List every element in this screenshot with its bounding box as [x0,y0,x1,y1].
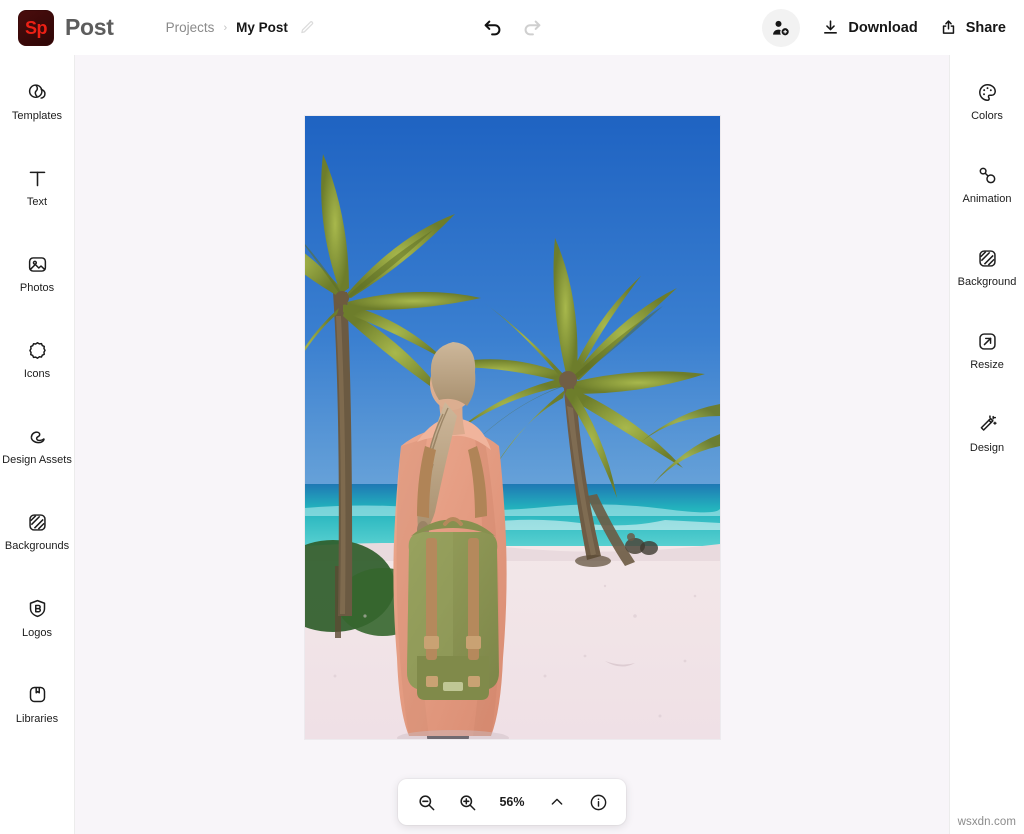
sidebar-item-photos[interactable]: Photos [0,244,75,303]
download-icon [824,20,838,34]
history-controls [480,0,545,55]
sidebar-item-label: Backgrounds [4,540,70,553]
backgrounds-icon [26,511,48,533]
breadcrumb-projects-link[interactable]: Projects [166,20,215,35]
panel-item-background[interactable]: Background [950,238,1024,297]
zoom-in-icon [459,794,475,810]
artboard[interactable] [304,116,720,739]
panel-item-label: Background [957,276,1017,289]
editor-body: Templates Text Photos Icons Design Asset… [0,55,1024,834]
left-sidebar: Templates Text Photos Icons Design Asset… [0,55,75,834]
share-icon [942,20,954,34]
panel-item-label: Design [969,442,1005,455]
background-icon [976,247,998,269]
download-label: Download [848,19,918,36]
artboard-wrapper[interactable] [304,116,720,739]
magic-wand-icon [976,413,998,435]
sidebar-item-label: Libraries [15,712,59,725]
right-sidebar: Colors Animation Background Resize Desig… [949,55,1024,834]
zoom-out-icon [418,794,434,810]
undo-button[interactable] [480,15,506,41]
sidebar-item-label: Icons [23,368,51,381]
sidebar-item-label: Templates [11,110,63,122]
canvas-artwork [304,116,720,739]
adobe-spark-logo-icon: Sp [18,9,54,46]
panel-item-design[interactable]: Design [950,404,1024,463]
panel-item-label: Colors [971,110,1003,122]
chevron-up-icon [551,798,563,805]
panel-item-animation[interactable]: Animation [950,155,1024,214]
app-title: Post [65,14,114,40]
icons-icon [26,339,48,361]
breadcrumb: Projects › My Post [166,20,315,35]
sidebar-item-icons[interactable]: Icons [0,330,75,389]
zoom-toolbar: 56% [398,779,626,825]
spark-post-editor: Sp Post Projects › My Post Download Shar… [0,0,1024,834]
sidebar-item-logos[interactable]: Logos [0,589,75,648]
libraries-icon [26,684,48,706]
sidebar-item-design-assets[interactable]: Design Assets [0,416,75,475]
header-actions: Download Share [762,8,1006,47]
sidebar-item-label: Design Assets [2,454,72,467]
brand[interactable]: Sp Post [18,9,114,46]
canvas-stage[interactable]: 56% [75,55,949,834]
sidebar-item-label: Photos [19,282,55,295]
redo-button[interactable] [519,15,545,41]
breadcrumb-separator: › [223,21,228,34]
zoom-out-button[interactable] [415,791,437,813]
sidebar-item-backgrounds[interactable]: Backgrounds [0,502,75,561]
download-button[interactable]: Download [822,19,918,36]
pencil-icon[interactable] [300,20,315,35]
info-button[interactable] [587,791,609,813]
share-label: Share [965,19,1006,36]
sidebar-item-label: Text [26,196,48,209]
watermark: wsxdn.com [957,816,1016,828]
sidebar-item-label: Logos [22,626,52,639]
templates-icon [26,81,48,103]
logos-icon [26,598,48,620]
panel-item-label: Animation [962,193,1012,206]
sidebar-item-libraries[interactable]: Libraries [0,675,75,734]
panel-item-resize[interactable]: Resize [950,321,1024,380]
animation-icon [976,164,998,186]
app-header: Sp Post Projects › My Post Download Shar… [0,0,1024,55]
info-icon [590,794,606,810]
resize-icon [976,330,998,352]
design-assets-icon [26,425,48,447]
panel-item-colors[interactable]: Colors [950,72,1024,131]
palette-icon [976,81,998,103]
share-button[interactable]: Share [940,19,1006,36]
logo-text: Sp [24,17,48,38]
sidebar-item-templates[interactable]: Templates [0,72,75,131]
photos-icon [26,253,48,275]
panel-item-label: Resize [970,359,1004,372]
sidebar-item-text[interactable]: Text [0,158,75,217]
breadcrumb-current-title[interactable]: My Post [236,20,288,35]
text-icon [26,167,48,189]
zoom-expand-button[interactable] [546,791,568,813]
zoom-level-value[interactable]: 56% [497,795,527,809]
add-person-icon[interactable] [762,8,801,47]
zoom-in-button[interactable] [456,791,478,813]
